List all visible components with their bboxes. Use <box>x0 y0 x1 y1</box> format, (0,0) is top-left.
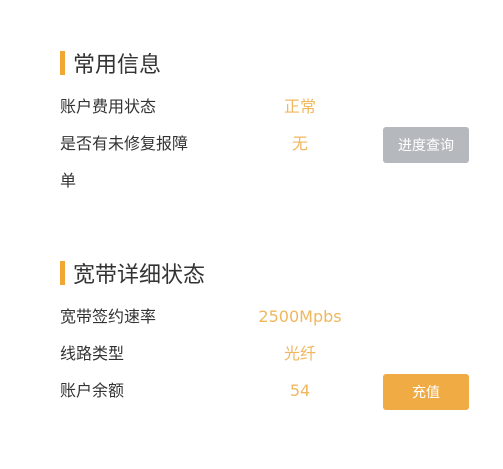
section-accent-bar <box>60 51 65 75</box>
account-balance-value: 54 <box>289 381 311 400</box>
account-fee-status-row: 账户费用状态 正常 <box>60 96 480 118</box>
unrepaired-fault-label-line1: 是否有未修复报障 <box>60 134 189 153</box>
account-balance-label: 账户余额 <box>60 381 125 400</box>
broadband-status-title: 宽带详细状态 <box>60 260 206 288</box>
line-type-row: 线路类型 光纤 <box>60 343 480 365</box>
common-info-title-text: 常用信息 <box>73 53 162 78</box>
account-fee-status-value: 正常 <box>283 97 317 116</box>
line-type-value: 光纤 <box>283 344 317 363</box>
progress-query-button[interactable]: 进度查询 <box>383 127 469 163</box>
broadband-status-title-text: 宽带详细状态 <box>73 263 206 288</box>
broadband-speed-value: 2500Mpbs <box>258 307 342 326</box>
unrepaired-fault-value: 无 <box>291 134 309 153</box>
unrepaired-fault-label-line2: 单 <box>60 171 77 190</box>
section-accent-bar <box>60 261 65 285</box>
line-type-label: 线路类型 <box>60 344 125 363</box>
account-fee-status-label: 账户费用状态 <box>60 97 157 116</box>
common-info-title: 常用信息 <box>60 50 162 78</box>
broadband-speed-label: 宽带签约速率 <box>60 307 157 326</box>
broadband-speed-row: 宽带签约速率 2500Mpbs <box>60 306 480 328</box>
recharge-button[interactable]: 充值 <box>383 374 469 410</box>
